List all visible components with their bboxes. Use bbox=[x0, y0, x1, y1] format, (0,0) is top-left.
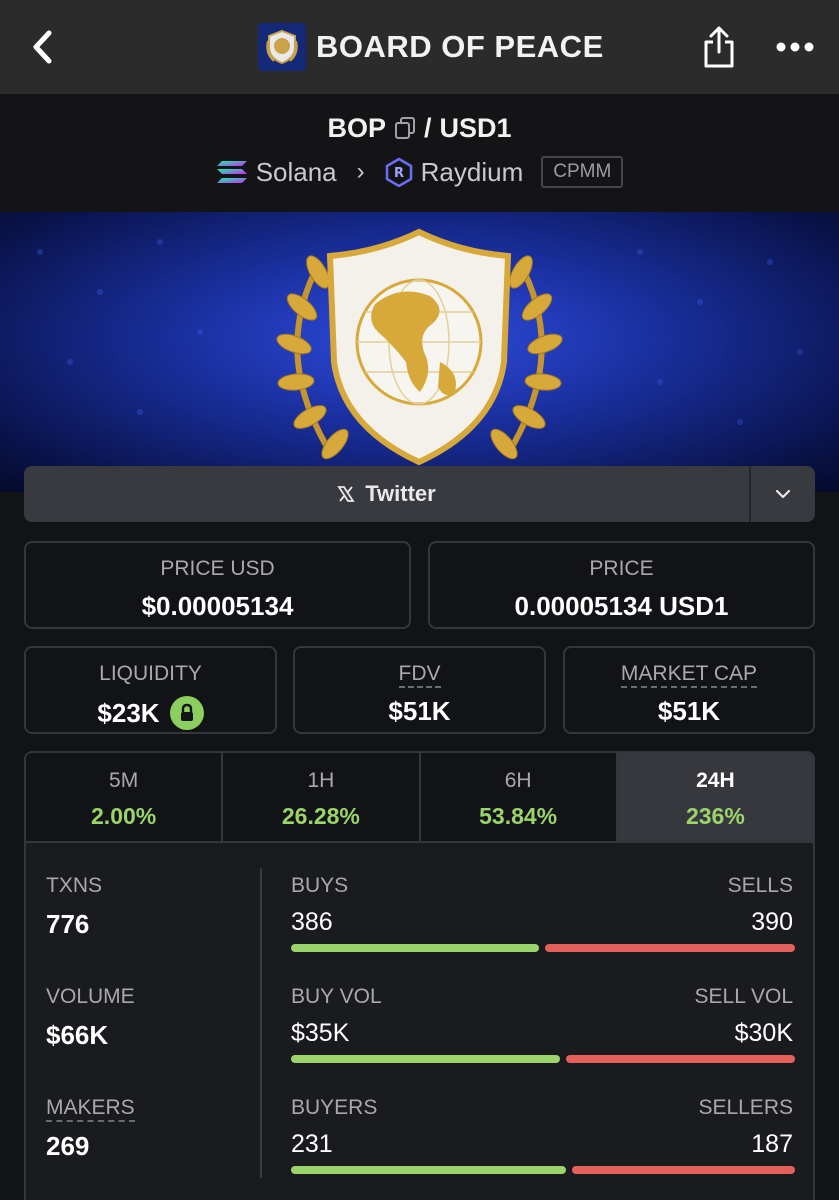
market-cap-card[interactable]: MARKET CAP $51K bbox=[563, 646, 815, 734]
makers-value: 269 bbox=[46, 1131, 90, 1161]
pair-separator: / bbox=[423, 112, 432, 143]
sellers-label: SELLERS bbox=[698, 1096, 793, 1119]
column-divider bbox=[260, 868, 262, 1178]
more-options-button[interactable] bbox=[772, 34, 818, 60]
tab-label: 24H bbox=[696, 769, 735, 792]
tab-change-value: 2.00% bbox=[91, 803, 157, 829]
app-title: BOARD OF PEACE bbox=[316, 29, 604, 64]
tab-5m[interactable]: 5M 2.00% bbox=[26, 753, 224, 841]
tab-change-value: 26.28% bbox=[281, 803, 360, 829]
sellers-bar bbox=[572, 1166, 795, 1174]
twitter-label: Twitter bbox=[365, 481, 436, 506]
timeframe-tabs: 5M 2.00% 1H 26.28% 6H 53.84% 24H 236% bbox=[26, 753, 813, 843]
fdv-card[interactable]: FDV $51K bbox=[293, 646, 546, 734]
volume-label: VOLUME bbox=[46, 985, 135, 1008]
buy-vol-value: $35K bbox=[291, 1019, 350, 1047]
market-cap-label: MARKET CAP bbox=[620, 662, 758, 688]
social-dropdown-button[interactable] bbox=[751, 466, 815, 522]
buys-bar bbox=[291, 944, 539, 952]
buyers-value: 231 bbox=[291, 1130, 333, 1158]
price-usd-card: PRICE USD $0.00005134 bbox=[24, 541, 411, 629]
solana-icon bbox=[216, 161, 247, 183]
price-card: PRICE 0.00005134 USD1 bbox=[428, 541, 815, 629]
svg-text:R: R bbox=[394, 166, 404, 181]
lock-icon[interactable] bbox=[169, 696, 204, 730]
top-bar: BOARD OF PEACE bbox=[0, 0, 839, 94]
buyers-label: BUYERS bbox=[291, 1096, 378, 1119]
pair-row: BOP / USD1 bbox=[0, 112, 839, 144]
tab-change-value: 53.84% bbox=[479, 803, 558, 829]
buys-value: 386 bbox=[291, 908, 333, 936]
sells-label: SELLS bbox=[727, 874, 793, 897]
sells-value: 390 bbox=[751, 908, 793, 936]
sellers-value: 187 bbox=[751, 1130, 793, 1158]
buys-label: BUYS bbox=[291, 874, 349, 897]
tab-change-value: 236% bbox=[685, 803, 745, 829]
fdv-label: FDV bbox=[398, 662, 441, 688]
market-cap-value: $51K bbox=[657, 696, 721, 726]
share-button[interactable] bbox=[698, 22, 740, 72]
tab-24h[interactable]: 24H 236% bbox=[617, 753, 813, 841]
price-usd-label: PRICE USD bbox=[160, 557, 275, 580]
quote-symbol: USD1 bbox=[439, 112, 512, 143]
stats-panel: 5M 2.00% 1H 26.28% 6H 53.84% 24H 236% TX… bbox=[24, 751, 815, 1200]
liquidity-value: $23K bbox=[97, 697, 160, 728]
token-logo bbox=[258, 23, 306, 71]
token-title: BOARD OF PEACE bbox=[258, 22, 604, 72]
chain-row: Solana › R Raydium CPMM bbox=[0, 154, 839, 190]
price-value: 0.00005134 USD1 bbox=[514, 591, 729, 621]
chain-name[interactable]: Solana bbox=[256, 157, 337, 188]
chevron-down-icon bbox=[775, 489, 791, 499]
makers-label: MAKERS bbox=[46, 1096, 135, 1122]
txns-label: TXNS bbox=[46, 874, 103, 897]
x-logo-icon bbox=[337, 486, 355, 502]
tab-1h[interactable]: 1H 26.28% bbox=[223, 753, 421, 841]
buy-vol-bar bbox=[291, 1055, 560, 1063]
copy-icon[interactable] bbox=[394, 116, 416, 140]
price-usd-value: $0.00005134 bbox=[141, 591, 294, 621]
tab-label: 6H bbox=[504, 769, 532, 792]
token-banner-image bbox=[0, 212, 839, 492]
volume-value: $66K bbox=[46, 1020, 109, 1050]
dex-name[interactable]: Raydium bbox=[421, 157, 524, 188]
more-dots-icon bbox=[776, 42, 814, 52]
pool-type-badge: CPMM bbox=[541, 156, 624, 188]
buy-vol-label: BUY VOL bbox=[291, 985, 382, 1008]
pair-header: BOP / USD1 Solana › R Raydium CPMM bbox=[0, 94, 839, 212]
price-label: PRICE bbox=[589, 557, 654, 580]
tab-label: 5M bbox=[109, 769, 139, 792]
chevron-right-icon: › bbox=[356, 158, 365, 185]
social-links-bar: Twitter bbox=[24, 466, 815, 522]
sells-bar bbox=[545, 944, 795, 952]
tab-label: 1H bbox=[307, 769, 335, 792]
base-symbol: BOP bbox=[327, 112, 386, 143]
tab-6h[interactable]: 6H 53.84% bbox=[421, 753, 618, 841]
sell-vol-label: SELL VOL bbox=[694, 985, 793, 1008]
fdv-value: $51K bbox=[388, 696, 451, 726]
chevron-left-icon bbox=[33, 30, 52, 64]
buyers-bar bbox=[291, 1166, 566, 1174]
makers-label-wrap[interactable]: MAKERS bbox=[46, 1096, 135, 1122]
sell-vol-value: $30K bbox=[734, 1019, 793, 1047]
txns-value: 776 bbox=[46, 909, 90, 939]
liquidity-card: LIQUIDITY $23K bbox=[24, 646, 277, 734]
share-icon bbox=[704, 26, 734, 68]
sell-vol-bar bbox=[566, 1055, 795, 1063]
back-button[interactable] bbox=[22, 24, 62, 70]
twitter-link[interactable]: Twitter bbox=[24, 466, 749, 522]
liquidity-label: LIQUIDITY bbox=[99, 662, 202, 685]
raydium-icon: R bbox=[385, 157, 412, 187]
